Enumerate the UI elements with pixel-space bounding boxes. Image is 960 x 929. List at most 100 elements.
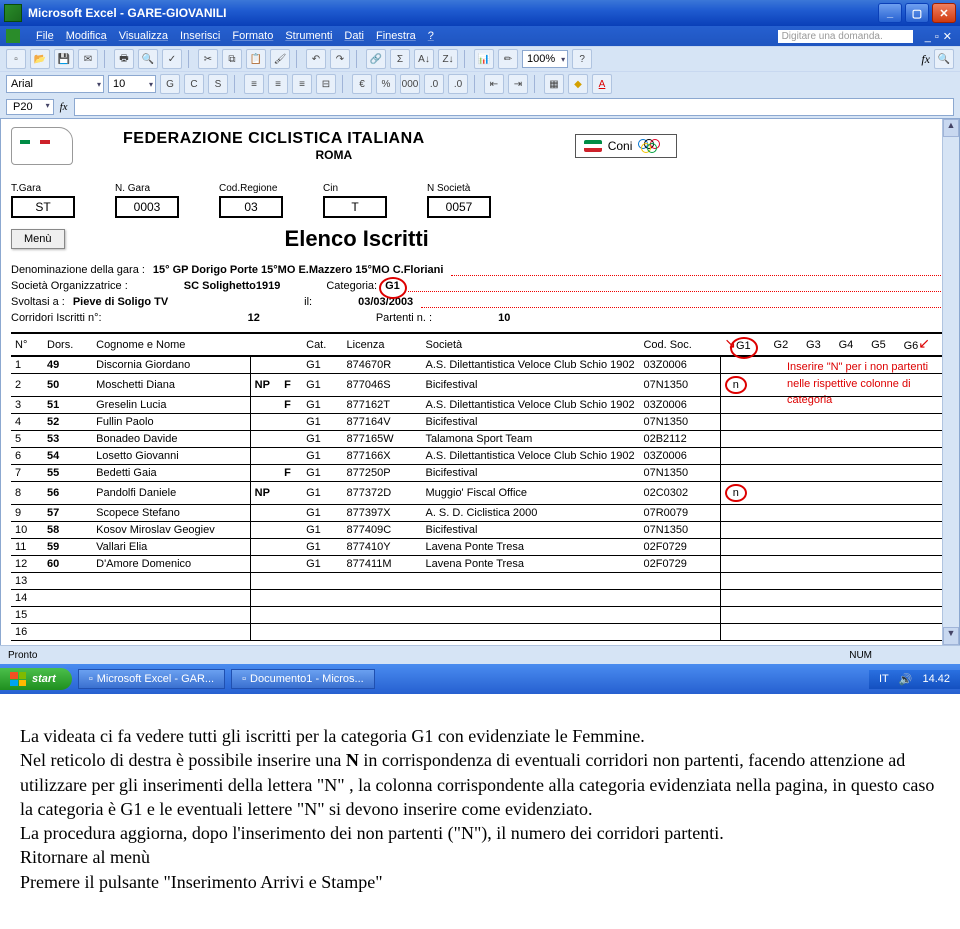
label-n-societa: N Società bbox=[427, 183, 491, 194]
label-svoltasi: Svoltasi a : bbox=[11, 296, 65, 308]
th-g4: G4 bbox=[835, 333, 868, 356]
taskbar-item-word[interactable]: ▫Documento1 - Micros... bbox=[231, 669, 375, 689]
menu-help[interactable]: ? bbox=[428, 30, 434, 42]
formatting-toolbar: Arial 10 G C S ≡ ≡ ≡ ⊟ € % 000 .0 .0 ⇤ ⇥… bbox=[0, 71, 960, 96]
sort-desc-icon[interactable]: Z↓ bbox=[438, 49, 458, 69]
table-row[interactable]: 15 bbox=[11, 607, 949, 624]
preview-icon[interactable]: 🔍 bbox=[138, 49, 158, 69]
tray-language[interactable]: IT bbox=[879, 673, 889, 685]
borders-icon[interactable]: ▦ bbox=[544, 74, 564, 94]
help-icon[interactable]: ? bbox=[572, 49, 592, 69]
table-row[interactable]: 1159Vallari EliaG1877410YLavena Ponte Tr… bbox=[11, 539, 949, 556]
font-color-icon[interactable]: A bbox=[592, 74, 612, 94]
cut-icon[interactable]: ✂ bbox=[198, 49, 218, 69]
fill-color-icon[interactable]: ◆ bbox=[568, 74, 588, 94]
dec-decimal-icon[interactable]: .0 bbox=[448, 74, 468, 94]
start-button[interactable]: start bbox=[0, 668, 72, 690]
formula-input[interactable] bbox=[74, 98, 954, 116]
align-center-icon[interactable]: ≡ bbox=[268, 74, 288, 94]
menu-inserisci[interactable]: Inserisci bbox=[180, 30, 220, 42]
table-row[interactable]: 856Pandolfi DanieleNPG1877372DMuggio' Fi… bbox=[11, 482, 949, 505]
sum-icon[interactable]: Σ bbox=[390, 49, 410, 69]
windows-taskbar: start ▫Microsoft Excel - GAR... ▫Documen… bbox=[0, 664, 960, 694]
menu-strumenti[interactable]: Strumenti bbox=[285, 30, 332, 42]
font-combo[interactable]: Arial bbox=[6, 75, 104, 93]
menu-formato[interactable]: Formato bbox=[232, 30, 273, 42]
label-cin: Cin bbox=[323, 183, 387, 194]
menu-bar: File Modifica Visualizza Inserisci Forma… bbox=[0, 26, 960, 46]
align-left-icon[interactable]: ≡ bbox=[244, 74, 264, 94]
italy-flag-icon bbox=[584, 140, 602, 152]
open-icon[interactable]: 📂 bbox=[30, 49, 50, 69]
menu-finestra[interactable]: Finestra bbox=[376, 30, 416, 42]
merge-icon[interactable]: ⊟ bbox=[316, 74, 336, 94]
undo-icon[interactable]: ↶ bbox=[306, 49, 326, 69]
table-row[interactable]: 1260D'Amore DomenicoG1877411MLavena Pont… bbox=[11, 556, 949, 573]
system-tray[interactable]: IT 🔊 14.42 bbox=[869, 670, 960, 689]
menu-button[interactable]: Menù bbox=[11, 229, 65, 249]
align-right-icon[interactable]: ≡ bbox=[292, 74, 312, 94]
inc-decimal-icon[interactable]: .0 bbox=[424, 74, 444, 94]
percent-icon[interactable]: % bbox=[376, 74, 396, 94]
bold-button[interactable]: G bbox=[160, 74, 180, 94]
spellcheck-icon[interactable]: ✓ bbox=[162, 49, 182, 69]
menu-file[interactable]: File bbox=[36, 30, 54, 42]
dec-indent-icon[interactable]: ⇤ bbox=[484, 74, 504, 94]
inc-indent-icon[interactable]: ⇥ bbox=[508, 74, 528, 94]
table-row[interactable]: 957Scopece StefanoG1877397XA. S. D. Cicl… bbox=[11, 505, 949, 522]
mail-icon[interactable]: ✉ bbox=[78, 49, 98, 69]
ask-question-input[interactable]: Digitare una domanda. bbox=[778, 30, 913, 43]
table-row[interactable]: 452Fullin PaoloG1877164VBicifestival07N1… bbox=[11, 414, 949, 431]
olympic-rings-icon bbox=[638, 139, 668, 153]
format-painter-icon[interactable]: 🖌 bbox=[270, 49, 290, 69]
worksheet-area: FEDERAZIONE CICLISTICA ITALIANA ROMA Con… bbox=[1, 119, 959, 645]
table-row[interactable]: 553Bonadeo DavideG1877165WTalamona Sport… bbox=[11, 431, 949, 448]
fx-label[interactable]: fx bbox=[60, 101, 68, 113]
table-row[interactable]: 755Bedetti GaiaFG1877250PBicifestival07N… bbox=[11, 465, 949, 482]
table-row[interactable]: 654Losetto GiovanniG1877166XA.S. Diletta… bbox=[11, 448, 949, 465]
sort-asc-icon[interactable]: A↓ bbox=[414, 49, 434, 69]
redo-icon[interactable]: ↷ bbox=[330, 49, 350, 69]
underline-button[interactable]: S bbox=[208, 74, 228, 94]
menu-visualizza[interactable]: Visualizza bbox=[119, 30, 168, 42]
save-icon[interactable]: 💾 bbox=[54, 49, 74, 69]
currency-icon[interactable]: € bbox=[352, 74, 372, 94]
italic-button[interactable]: C bbox=[184, 74, 204, 94]
zoom-combo[interactable]: 100% bbox=[522, 50, 568, 68]
tray-volume-icon[interactable]: 🔊 bbox=[899, 673, 913, 686]
close-button[interactable]: ✕ bbox=[932, 3, 956, 23]
maximize-button[interactable]: ▢ bbox=[905, 3, 929, 23]
val-societa-org: SC Solighetto1919 bbox=[184, 280, 281, 292]
standard-toolbar: ▫ 📂 💾 ✉ 🖶 🔍 ✓ ✂ ⧉ 📋 🖌 ↶ ↷ 🔗 Σ A↓ Z↓ 📊 ✏ … bbox=[0, 46, 960, 71]
window-title: Microsoft Excel - GARE-GIOVANILI bbox=[28, 6, 878, 20]
new-icon[interactable]: ▫ bbox=[6, 49, 26, 69]
drawing-icon[interactable]: ✏ bbox=[498, 49, 518, 69]
val-n-societa: 0057 bbox=[427, 196, 491, 218]
vertical-scrollbar[interactable]: ▲ ▼ bbox=[942, 119, 959, 645]
paste-icon[interactable]: 📋 bbox=[246, 49, 266, 69]
link-icon[interactable]: 🔗 bbox=[366, 49, 386, 69]
print-icon[interactable]: 🖶 bbox=[114, 49, 134, 69]
table-row[interactable]: 16 bbox=[11, 624, 949, 641]
elenco-iscritti-title: Elenco Iscritti bbox=[285, 226, 429, 252]
research-icon[interactable]: 🔍 bbox=[934, 49, 954, 69]
minimize-button[interactable]: _ bbox=[878, 3, 902, 23]
font-size-combo[interactable]: 10 bbox=[108, 75, 156, 93]
coni-label: Coni bbox=[608, 139, 633, 153]
name-box[interactable]: P20 bbox=[6, 99, 54, 115]
thousand-icon[interactable]: 000 bbox=[400, 74, 420, 94]
table-row[interactable]: 13 bbox=[11, 573, 949, 590]
status-num: NUM bbox=[849, 650, 872, 661]
val-categoria: G1 bbox=[385, 280, 400, 292]
table-row[interactable]: 1058Kosov Miroslav GeogievG1877409CBicif… bbox=[11, 522, 949, 539]
label-n-gara: N. Gara bbox=[115, 183, 179, 194]
menu-dati[interactable]: Dati bbox=[344, 30, 364, 42]
workbook-window-controls[interactable]: _▫✕ bbox=[923, 30, 954, 43]
status-bar: Pronto NUM bbox=[0, 645, 960, 664]
table-row[interactable]: 14 bbox=[11, 590, 949, 607]
taskbar-item-excel[interactable]: ▫Microsoft Excel - GAR... bbox=[78, 669, 225, 689]
menu-modifica[interactable]: Modifica bbox=[66, 30, 107, 42]
fx-label-tiny: fx bbox=[921, 52, 930, 67]
chart-icon[interactable]: 📊 bbox=[474, 49, 494, 69]
copy-icon[interactable]: ⧉ bbox=[222, 49, 242, 69]
